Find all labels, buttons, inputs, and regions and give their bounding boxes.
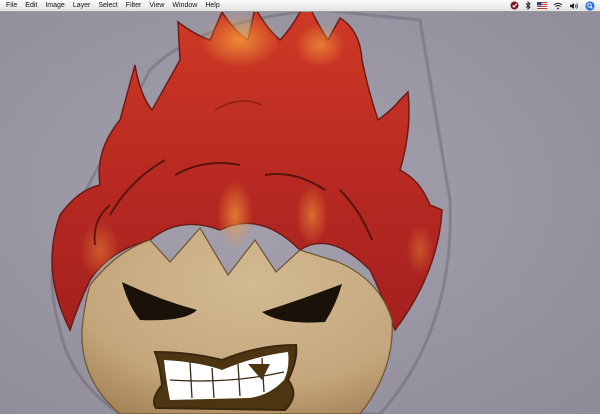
flag-icon[interactable] [537, 2, 547, 9]
document-canvas[interactable] [0, 12, 600, 414]
volume-icon[interactable] [569, 2, 579, 10]
menu-extras [510, 0, 600, 11]
menu-layer[interactable]: Layer [69, 0, 95, 11]
menu-bar: File Edit Image Layer Select Filter View… [0, 0, 600, 12]
menu-select[interactable]: Select [94, 0, 121, 11]
spotlight-icon[interactable] [585, 0, 595, 11]
menu-filter[interactable]: Filter [122, 0, 146, 11]
menu-window[interactable]: Window [168, 0, 201, 11]
wifi-icon[interactable] [553, 2, 563, 10]
character-artwork [0, 12, 600, 414]
script-menu-icon[interactable] [510, 1, 519, 10]
menu-help[interactable]: Help [201, 0, 223, 11]
menu-image[interactable]: Image [41, 0, 68, 11]
menu-items: File Edit Image Layer Select Filter View… [0, 0, 224, 11]
menu-file[interactable]: File [0, 0, 21, 11]
bluetooth-icon[interactable] [525, 1, 531, 10]
menu-edit[interactable]: Edit [21, 0, 41, 11]
menu-view[interactable]: View [145, 0, 168, 11]
